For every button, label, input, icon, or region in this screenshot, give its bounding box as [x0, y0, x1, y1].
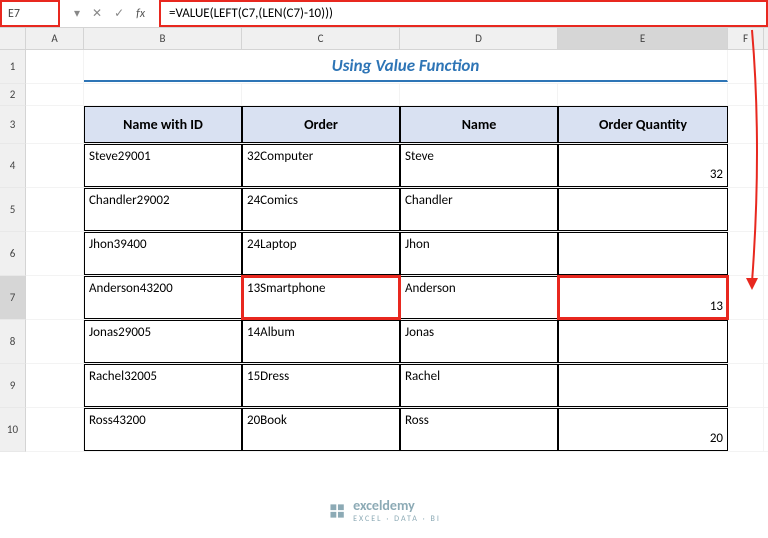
- cell-B9[interactable]: Rachel32005: [84, 364, 242, 407]
- cell-F10[interactable]: [728, 408, 764, 451]
- formula-input[interactable]: =VALUE(LEFT(C7,(LEN(C7)-10))): [159, 0, 768, 27]
- cell-A1[interactable]: [26, 50, 84, 83]
- cell-C10[interactable]: 20Book: [242, 408, 400, 451]
- header-order-quantity[interactable]: Order Quantity: [558, 106, 728, 143]
- row-header-10[interactable]: 10: [0, 408, 26, 452]
- cell-A8[interactable]: [26, 320, 84, 363]
- cell-C7[interactable]: 13Smartphone: [242, 276, 400, 319]
- title-cell[interactable]: Using Value Function: [84, 50, 728, 82]
- row-headers: 1 2 3 4 5 6 7 8 9 10: [0, 28, 26, 538]
- cell-D6[interactable]: Jhon: [400, 232, 558, 275]
- header-name[interactable]: Name: [400, 106, 558, 143]
- watermark: exceldemy EXCEL · DATA · BI: [327, 497, 441, 524]
- cell-A6[interactable]: [26, 232, 84, 275]
- cell-C6[interactable]: 24Laptop: [242, 232, 400, 275]
- watermark-sub: EXCEL · DATA · BI: [353, 514, 441, 524]
- cell-F2[interactable]: [728, 84, 764, 105]
- cell-A3[interactable]: [26, 106, 84, 143]
- row-header-8[interactable]: 8: [0, 320, 26, 364]
- fx-icon[interactable]: fx: [136, 7, 145, 21]
- cell-F7[interactable]: [728, 276, 764, 319]
- cell-A5[interactable]: [26, 188, 84, 231]
- cell-F5[interactable]: [728, 188, 764, 231]
- row-header-2[interactable]: 2: [0, 84, 26, 106]
- cell-F9[interactable]: [728, 364, 764, 407]
- cell-B7[interactable]: Anderson43200: [84, 276, 242, 319]
- column-headers: A B C D E F: [26, 28, 768, 50]
- cell-E7-active[interactable]: 13: [558, 276, 728, 319]
- name-box[interactable]: E7: [0, 0, 60, 27]
- cell-A10[interactable]: [26, 408, 84, 451]
- cell-B4[interactable]: Steve29001: [84, 144, 242, 187]
- cell-E8[interactable]: [558, 320, 728, 363]
- cell-A4[interactable]: [26, 144, 84, 187]
- row-header-9[interactable]: 9: [0, 364, 26, 408]
- cell-A7[interactable]: [26, 276, 84, 319]
- cancel-icon[interactable]: ✕: [92, 6, 102, 21]
- cell-B8[interactable]: Jonas29005: [84, 320, 242, 363]
- cell-D5[interactable]: Chandler: [400, 188, 558, 231]
- cell-F4[interactable]: [728, 144, 764, 187]
- cell-C2[interactable]: [242, 84, 400, 105]
- cell-D10[interactable]: Ross: [400, 408, 558, 451]
- grid-area: A B C D E F Using Value Function: [26, 28, 768, 538]
- cell-D4[interactable]: Steve: [400, 144, 558, 187]
- col-header-F[interactable]: F: [728, 28, 764, 49]
- watermark-brand: exceldemy: [353, 497, 415, 514]
- grid-body: Using Value Function Name with ID Order …: [26, 50, 768, 452]
- cell-E10[interactable]: 20: [558, 408, 728, 451]
- select-all-corner[interactable]: [0, 28, 26, 50]
- cell-B2[interactable]: [84, 84, 242, 105]
- cell-B10[interactable]: Ross43200: [84, 408, 242, 451]
- cell-E6[interactable]: [558, 232, 728, 275]
- cell-E5[interactable]: [558, 188, 728, 231]
- formula-bar: E7 ▾ ✕ ✓ fx =VALUE(LEFT(C7,(LEN(C7)-10))…: [0, 0, 768, 28]
- cell-F8[interactable]: [728, 320, 764, 363]
- cell-A2[interactable]: [26, 84, 84, 105]
- row-header-3[interactable]: 3: [0, 106, 26, 144]
- row-header-7[interactable]: 7: [0, 276, 26, 320]
- col-header-B[interactable]: B: [84, 28, 242, 49]
- cell-F3[interactable]: [728, 106, 764, 143]
- cell-F6[interactable]: [728, 232, 764, 275]
- cell-D2[interactable]: [400, 84, 558, 105]
- cell-B6[interactable]: Jhon39400: [84, 232, 242, 275]
- header-order[interactable]: Order: [242, 106, 400, 143]
- header-name-with-id[interactable]: Name with ID: [84, 106, 242, 143]
- cell-E9[interactable]: [558, 364, 728, 407]
- col-header-D[interactable]: D: [400, 28, 558, 49]
- enter-icon[interactable]: ✓: [114, 6, 124, 21]
- col-header-C[interactable]: C: [242, 28, 400, 49]
- dropdown-icon[interactable]: ▾: [74, 6, 80, 21]
- cell-E2[interactable]: [558, 84, 728, 105]
- worksheet: 1 2 3 4 5 6 7 8 9 10 A B C D E F Using V…: [0, 28, 768, 538]
- cell-A9[interactable]: [26, 364, 84, 407]
- row-header-5[interactable]: 5: [0, 188, 26, 232]
- cell-F1[interactable]: [728, 50, 764, 83]
- col-header-E[interactable]: E: [558, 28, 728, 49]
- row-header-1[interactable]: 1: [0, 50, 26, 84]
- col-header-A[interactable]: A: [26, 28, 84, 49]
- cell-D9[interactable]: Rachel: [400, 364, 558, 407]
- row-header-4[interactable]: 4: [0, 144, 26, 188]
- formula-bar-buttons: ▾ ✕ ✓ fx: [60, 0, 159, 27]
- cell-C5[interactable]: 24Comics: [242, 188, 400, 231]
- row-header-6[interactable]: 6: [0, 232, 26, 276]
- logo-icon: [327, 501, 347, 521]
- cell-C9[interactable]: 15Dress: [242, 364, 400, 407]
- cell-D7[interactable]: Anderson: [400, 276, 558, 319]
- cell-D8[interactable]: Jonas: [400, 320, 558, 363]
- cell-E4[interactable]: 32: [558, 144, 728, 187]
- cell-C4[interactable]: 32Computer: [242, 144, 400, 187]
- cell-B5[interactable]: Chandler29002: [84, 188, 242, 231]
- cell-C8[interactable]: 14Album: [242, 320, 400, 363]
